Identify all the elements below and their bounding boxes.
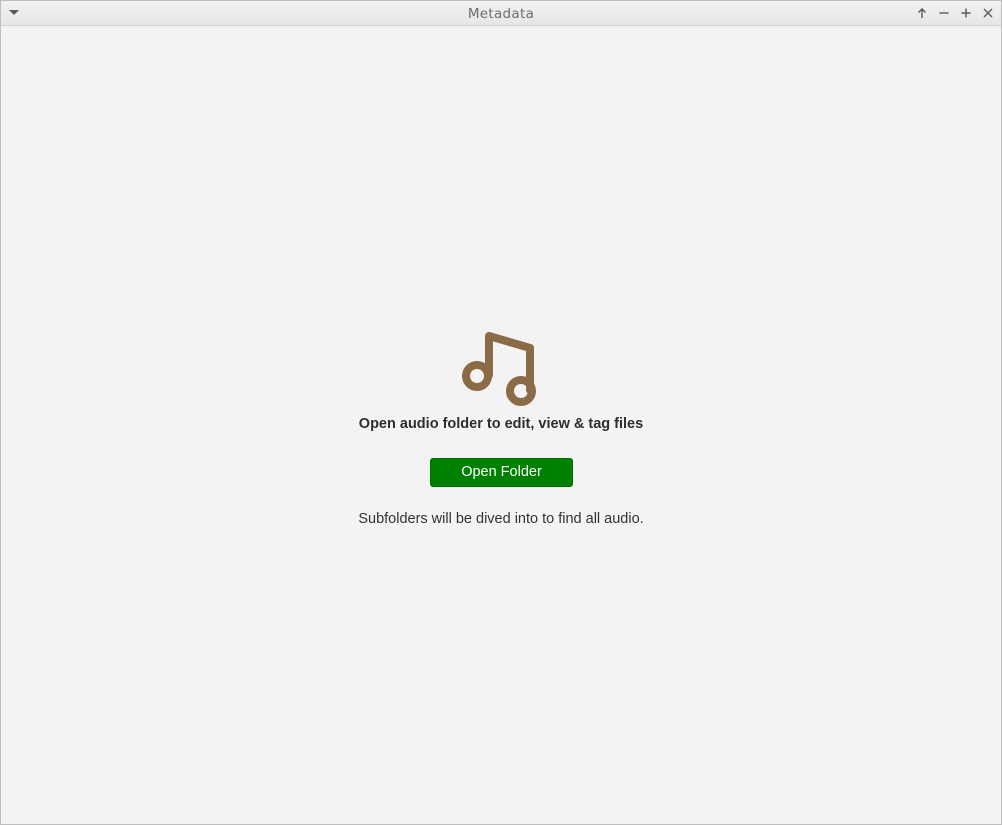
open-folder-button[interactable]: Open Folder (430, 458, 573, 487)
title-bar[interactable]: Metadata (1, 1, 1001, 26)
app-window: Metadata Open audio folder to edit, view… (0, 0, 1002, 825)
window-controls (915, 6, 995, 20)
close-icon[interactable] (981, 6, 995, 20)
subfolder-hint: Subfolders will be dived into to find al… (358, 511, 644, 527)
main-content: Open audio folder to edit, view & tag fi… (1, 26, 1001, 824)
window-title: Metadata (467, 6, 535, 22)
music-note-icon (459, 330, 543, 414)
empty-state-heading: Open audio folder to edit, view & tag fi… (358, 416, 644, 432)
plus-icon[interactable] (959, 6, 973, 20)
arrow-up-icon[interactable] (915, 6, 929, 20)
minimize-icon[interactable] (937, 6, 951, 20)
